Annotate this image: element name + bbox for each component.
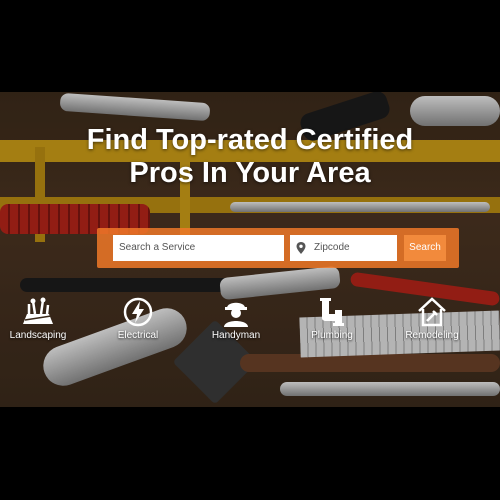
category-label: Handyman [211,330,261,341]
search-form: Search a Service Zipcode Search [97,228,459,268]
category-label: Plumbing [311,330,353,341]
handyman-icon [224,302,248,327]
title-line-1: Find Top-rated Certified [86,124,414,156]
plumbing-icon [320,298,344,326]
page-title: Find Top-rated Certified Pros In Your Ar… [0,124,500,190]
remodeling-icon [418,297,446,327]
category-electrical[interactable]: Electrical [98,296,178,341]
category-plumbing[interactable]: Plumbing [292,296,372,341]
category-handyman[interactable]: Handyman [196,296,276,341]
location-pin-icon [296,242,306,254]
title-line-2: Pros In Your Area [129,157,371,189]
category-label: Remodeling [405,330,459,341]
category-label: Landscaping [9,330,67,341]
category-label: Electrical [117,330,159,341]
search-button[interactable]: Search [404,235,446,261]
category-remodeling[interactable]: Remodeling [392,296,472,341]
category-landscaping[interactable]: Landscaping [0,296,78,341]
electrical-icon [123,297,153,327]
landscaping-icon [23,297,53,324]
service-search-input[interactable]: Search a Service [113,235,284,261]
